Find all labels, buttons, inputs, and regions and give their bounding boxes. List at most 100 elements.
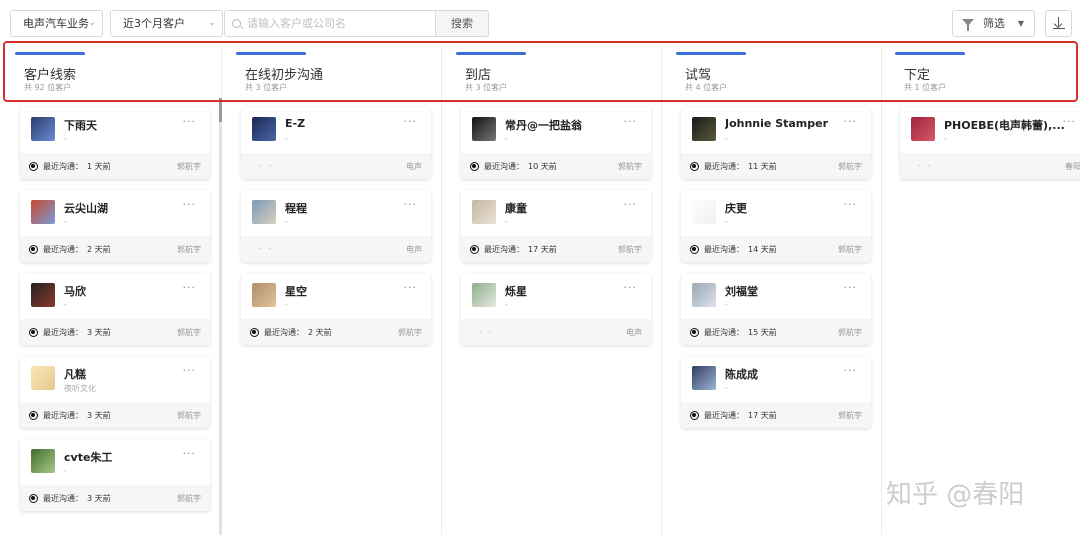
- toolbar: 电声汽车业务 ⌄ 近3个月客户 ⌄ 请输入客户或公司名 搜索 筛选 ▼: [0, 0, 1080, 46]
- customer-company: -: [725, 300, 728, 309]
- column-title: 到店: [465, 68, 492, 83]
- customer-card[interactable]: 下雨天 - ··· 最近沟通： 1 天前 郭航宇: [20, 107, 210, 179]
- last-contact-label: 最近沟通：: [43, 411, 83, 420]
- customer-name: 程程: [285, 202, 307, 215]
- last-contact-value: 1 天前: [87, 162, 111, 171]
- more-options-icon[interactable]: ···: [183, 198, 197, 211]
- column-scrollbar-thumb[interactable]: [219, 98, 222, 122]
- customer-card[interactable]: 马欣 - ··· 最近沟通： 3 天前 郭航宇: [20, 273, 210, 345]
- avatar: [31, 449, 55, 473]
- card-footer: 最近沟通： 3 天前 郭航宇: [20, 319, 210, 345]
- filter-label: 筛选: [983, 17, 1005, 30]
- card-owner: 电声: [626, 328, 642, 337]
- more-options-icon[interactable]: ···: [183, 281, 197, 294]
- contact-status-icon: [690, 162, 699, 171]
- column-header: 到店共 3 位客户: [451, 48, 663, 98]
- more-options-icon[interactable]: ···: [624, 115, 638, 128]
- more-options-icon[interactable]: ···: [624, 281, 638, 294]
- customer-name: 陈成成: [725, 368, 758, 381]
- more-options-icon[interactable]: ···: [183, 115, 197, 128]
- column-title: 客户线索: [24, 68, 77, 83]
- contact-status-icon: [690, 328, 699, 337]
- customer-company: 夜听文化: [64, 384, 96, 393]
- column-header: 客户线索共 92 位客户: [10, 48, 222, 98]
- download-button[interactable]: [1045, 10, 1072, 37]
- customer-card[interactable]: cvte朱工 - ··· 最近沟通： 3 天前 郭航宇: [20, 439, 210, 511]
- card-owner: 郭航宇: [398, 328, 422, 337]
- search-icon: [232, 19, 241, 28]
- customer-card[interactable]: 康童 - ··· 最近沟通： 17 天前 郭航宇: [461, 190, 651, 262]
- customer-card[interactable]: E-Z - ··· - - 电声: [241, 107, 431, 179]
- card-owner: 郭航宇: [838, 245, 862, 254]
- contact-status-icon: [250, 328, 259, 337]
- more-options-icon[interactable]: ···: [404, 198, 418, 211]
- customer-card[interactable]: Johnnie Stamper - ··· 最近沟通： 11 天前 郭航宇: [681, 107, 871, 179]
- card-footer: - - 电声: [461, 319, 651, 345]
- filter-icon: [962, 19, 974, 31]
- no-contact-placeholder: - -: [918, 161, 933, 170]
- customer-company: -: [725, 217, 728, 226]
- more-options-icon[interactable]: ···: [183, 447, 197, 460]
- more-options-icon[interactable]: ···: [1063, 115, 1077, 128]
- more-options-icon[interactable]: ···: [183, 364, 197, 377]
- card-footer: 最近沟通： 3 天前 郭航宇: [20, 402, 210, 428]
- card-footer: 最近沟通： 17 天前 郭航宇: [461, 236, 651, 262]
- last-contact-value: 14 天前: [748, 245, 777, 254]
- customer-company: -: [285, 217, 288, 226]
- card-footer: 最近沟通： 2 天前 郭航宇: [20, 236, 210, 262]
- column-accent-bar: [236, 52, 306, 55]
- customer-name: 星空: [285, 285, 307, 298]
- customer-card[interactable]: 庆更 - ··· 最近沟通： 14 天前 郭航宇: [681, 190, 871, 262]
- more-options-icon[interactable]: ···: [404, 281, 418, 294]
- customer-card[interactable]: 程程 - ··· - - 电声: [241, 190, 431, 262]
- column-accent-bar: [676, 52, 746, 55]
- search-input[interactable]: 请输入客户或公司名: [224, 10, 436, 37]
- more-options-icon[interactable]: ···: [844, 198, 858, 211]
- customer-name: 庆更: [725, 202, 747, 215]
- customer-card[interactable]: 刘福堂 - ··· 最近沟通： 15 天前 郭航宇: [681, 273, 871, 345]
- card-owner: 郭航宇: [177, 162, 201, 171]
- more-options-icon[interactable]: ···: [844, 115, 858, 128]
- chevron-down-icon: ⌄: [208, 18, 216, 28]
- last-contact-label: 最近沟通：: [704, 328, 744, 337]
- more-options-icon[interactable]: ···: [624, 198, 638, 211]
- customer-card[interactable]: 烁星 - ··· - - 电声: [461, 273, 651, 345]
- last-contact-label: 最近沟通：: [704, 411, 744, 420]
- avatar: [31, 200, 55, 224]
- customer-company: -: [285, 134, 288, 143]
- more-options-icon[interactable]: ···: [844, 364, 858, 377]
- search-button[interactable]: 搜索: [435, 10, 489, 37]
- card-owner: 春阳: [1065, 162, 1080, 171]
- column-accent-bar: [456, 52, 526, 55]
- business-dropdown[interactable]: 电声汽车业务 ⌄: [10, 10, 103, 37]
- last-contact-label: 最近沟通：: [484, 245, 524, 254]
- time-range-dropdown[interactable]: 近3个月客户 ⌄: [110, 10, 223, 37]
- customer-card[interactable]: 常丹@一把盐翁 - ··· 最近沟通： 10 天前 郭航宇: [461, 107, 651, 179]
- customer-name: 凡糕: [64, 368, 86, 381]
- avatar: [31, 366, 55, 390]
- column-title: 下定: [904, 68, 931, 83]
- kanban-column: 到店共 3 位客户 常丹@一把盐翁 - ··· 最近沟通： 10 天前 郭航宇 康童 - ··· 最…: [451, 48, 663, 535]
- customer-company: -: [64, 217, 67, 226]
- card-owner: 郭航宇: [618, 162, 642, 171]
- customer-card[interactable]: PHOEBE(电声韩蕾),... - ··· - - 春阳: [900, 107, 1080, 179]
- customer-card[interactable]: 凡糕夜听文化 ··· 最近沟通： 3 天前 郭航宇: [20, 356, 210, 428]
- business-dropdown-value: 电声汽车业务: [23, 17, 89, 30]
- more-options-icon[interactable]: ···: [844, 281, 858, 294]
- last-contact-label: 最近沟通：: [43, 162, 83, 171]
- avatar: [911, 117, 935, 141]
- contact-status-icon: [690, 245, 699, 254]
- more-options-icon[interactable]: ···: [404, 115, 418, 128]
- customer-name: 常丹@一把盐翁: [505, 119, 582, 132]
- customer-name: 云尖山湖: [64, 202, 108, 215]
- customer-company: -: [725, 134, 728, 143]
- customer-card[interactable]: 星空 - ··· 最近沟通： 2 天前 郭航宇: [241, 273, 431, 345]
- customer-name: 马欣: [64, 285, 86, 298]
- customer-card[interactable]: 云尖山湖 - ··· 最近沟通： 2 天前 郭航宇: [20, 190, 210, 262]
- column-scrollbar-track[interactable]: [219, 98, 222, 535]
- customer-company: -: [64, 466, 67, 475]
- avatar: [472, 283, 496, 307]
- filter-button[interactable]: 筛选 ▼: [952, 10, 1035, 37]
- customer-card[interactable]: 陈成成 - ··· 最近沟通： 17 天前 郭航宇: [681, 356, 871, 428]
- last-contact-value: 2 天前: [308, 328, 332, 337]
